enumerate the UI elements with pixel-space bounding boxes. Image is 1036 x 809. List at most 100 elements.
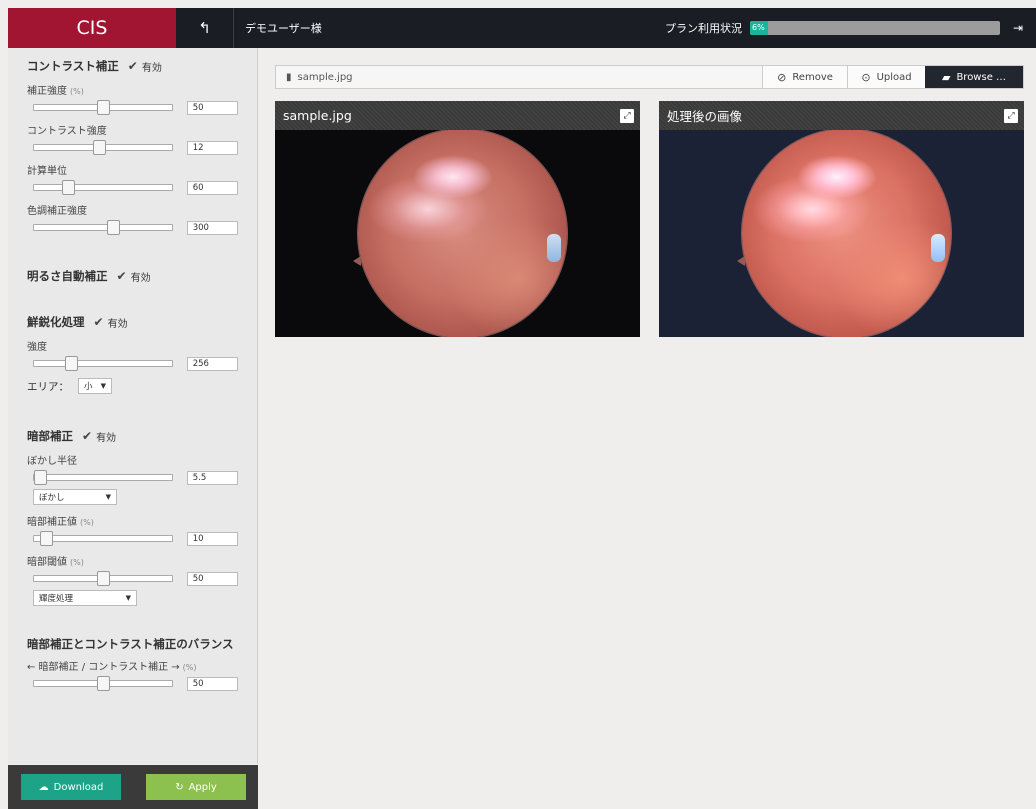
- app-header: CIS ↰ デモユーザー様 プラン利用状況 6% ⇥: [8, 8, 1036, 48]
- sharpen-title: 鮮鋭化処理: [27, 315, 85, 329]
- contrast-section-title: コントラスト補正 ✔ 有効: [27, 58, 238, 74]
- dark-threshold-slider[interactable]: [33, 571, 173, 586]
- balance-input[interactable]: 50: [186, 676, 238, 691]
- blur-mode-select[interactable]: ぼかし ▼: [33, 489, 117, 505]
- sharpen-enabled-checkbox[interactable]: ✔ 有効: [94, 315, 128, 330]
- contrast-strength-label: コントラスト強度: [27, 126, 107, 137]
- contrast-strength-input[interactable]: 12: [186, 140, 238, 155]
- blur-radius-slider[interactable]: [33, 470, 173, 485]
- back-button[interactable]: ↰: [176, 8, 234, 48]
- threshold-mode-select[interactable]: 輝度処理 ▼: [33, 590, 137, 606]
- browse-label: Browse …: [956, 71, 1007, 83]
- brightness-enabled-label: 有効: [130, 272, 151, 284]
- endoscope-view: [358, 130, 567, 337]
- param-label: 暗部補正値 (%): [27, 513, 238, 528]
- dark-threshold-row: 50: [27, 570, 238, 587]
- brightness-enabled-checkbox[interactable]: ✔ 有効: [117, 269, 151, 284]
- contrast-enabled-checkbox[interactable]: ✔ 有効: [128, 59, 162, 74]
- dark-value-label: 暗部補正値: [27, 517, 77, 528]
- refresh-icon: ↻: [175, 781, 184, 793]
- sharpen-strength-input[interactable]: 256: [186, 356, 238, 371]
- upload-button[interactable]: ⊙ Upload: [847, 66, 925, 88]
- blur-radius-input[interactable]: 5.5: [186, 470, 238, 485]
- balance-slider[interactable]: [33, 676, 173, 691]
- threshold-mode-wrap: 輝度処理 ▼: [33, 590, 238, 606]
- dark-enabled-checkbox[interactable]: ✔ 有効: [82, 429, 116, 444]
- blur-radius-label: ぼかし半径: [27, 456, 77, 467]
- contrast-strength-slider[interactable]: [33, 140, 173, 155]
- caret-down-icon: ▼: [105, 493, 111, 501]
- download-label: Download: [53, 781, 104, 793]
- balance-title: 暗部補正とコントラスト補正のバランス: [27, 637, 234, 651]
- slider-thumb[interactable]: [97, 100, 110, 115]
- dark-value-row: 10: [27, 530, 238, 547]
- brightness-title: 明るさ自動補正: [27, 269, 108, 283]
- area-label: エリア：: [27, 380, 69, 393]
- sharpen-strength-row: 256: [27, 355, 238, 372]
- caret-down-icon: ▼: [100, 382, 106, 390]
- expand-icon[interactable]: ⤢: [620, 108, 634, 123]
- check-icon: ✔: [127, 59, 138, 73]
- download-button[interactable]: ☁ Download: [21, 774, 121, 800]
- slider-thumb[interactable]: [93, 140, 106, 155]
- sharpen-strength-label: 強度: [27, 342, 47, 353]
- slider-thumb[interactable]: [40, 531, 53, 546]
- expand-icon[interactable]: ⤢: [1004, 108, 1018, 123]
- image-glint: [931, 234, 945, 262]
- tone-strength-row: 300: [27, 219, 238, 236]
- balance-row: 50: [27, 675, 238, 692]
- image-glint: [547, 234, 561, 262]
- calc-unit-slider[interactable]: [33, 180, 173, 195]
- correction-strength-slider[interactable]: [33, 100, 173, 115]
- check-icon: ✔: [116, 269, 127, 283]
- dark-threshold-input[interactable]: 50: [186, 571, 238, 586]
- slider-thumb[interactable]: [97, 571, 110, 586]
- remove-button[interactable]: ⊘ Remove: [762, 66, 847, 88]
- sharpen-strength-slider[interactable]: [33, 356, 173, 371]
- apply-button[interactable]: ↻ Apply: [146, 774, 246, 800]
- sharpen-section-title: 鮮鋭化処理 ✔ 有効: [27, 314, 238, 330]
- slider-thumb[interactable]: [97, 676, 110, 691]
- folder-open-icon: ▰: [941, 70, 951, 84]
- slider-thumb[interactable]: [34, 470, 47, 485]
- processed-panel-header: 処理後の画像 ⤢: [659, 101, 1024, 130]
- correction-strength-label: 補正強度: [27, 86, 67, 97]
- plan-usage-bar: 6%: [750, 21, 1000, 35]
- sidebar-footer: ☁ Download ↻ Apply: [8, 765, 258, 809]
- file-icon: ▮: [286, 71, 292, 83]
- browse-button[interactable]: ▰ Browse …: [925, 66, 1023, 88]
- tone-strength-slider[interactable]: [33, 220, 173, 235]
- correction-strength-input[interactable]: 50: [186, 100, 238, 115]
- tone-strength-input[interactable]: 300: [186, 220, 238, 235]
- caret-down-icon: ▼: [125, 594, 131, 602]
- dark-section-title: 暗部補正 ✔ 有効: [27, 428, 238, 444]
- original-panel-title: sample.jpg: [283, 108, 352, 123]
- unit-label: (%): [70, 558, 84, 567]
- dark-enabled-label: 有効: [96, 432, 117, 444]
- blur-radius-row: 5.5: [27, 469, 238, 486]
- param-label: ← 暗部補正 / コントラスト補正 → (%): [27, 658, 238, 673]
- area-select[interactable]: 小 ▼: [78, 378, 112, 394]
- slider-thumb[interactable]: [65, 356, 78, 371]
- tone-strength-label: 色調補正強度: [27, 206, 87, 217]
- processed-panel-title: 処理後の画像: [667, 109, 743, 124]
- plan-usage-fill: 6%: [750, 21, 768, 35]
- logout-button[interactable]: ⇥: [1000, 8, 1036, 48]
- calc-unit-input[interactable]: 60: [186, 180, 238, 195]
- file-input-bar: ▮ sample.jpg ⊘ Remove ⊙ Upload ▰ Browse …: [275, 65, 1024, 89]
- blur-mode-value: ぼかし: [39, 493, 65, 503]
- file-name-field[interactable]: ▮ sample.jpg: [276, 66, 762, 88]
- sharpen-enabled-label: 有効: [107, 318, 128, 330]
- dark-value-slider[interactable]: [33, 531, 173, 546]
- slider-thumb[interactable]: [62, 180, 75, 195]
- processed-image-panel: 処理後の画像 ⤢: [659, 101, 1024, 337]
- sign-out-icon: ⇥: [1012, 21, 1024, 35]
- param-label: ぼかし半径: [27, 452, 238, 467]
- brand-logo[interactable]: CIS: [8, 8, 176, 48]
- dark-value-input[interactable]: 10: [186, 531, 238, 546]
- brightness-section-title: 明るさ自動補正 ✔ 有効: [27, 268, 238, 284]
- slider-thumb[interactable]: [107, 220, 120, 235]
- check-icon: ✔: [82, 429, 93, 443]
- calc-unit-row: 60: [27, 179, 238, 196]
- original-image: [275, 130, 640, 337]
